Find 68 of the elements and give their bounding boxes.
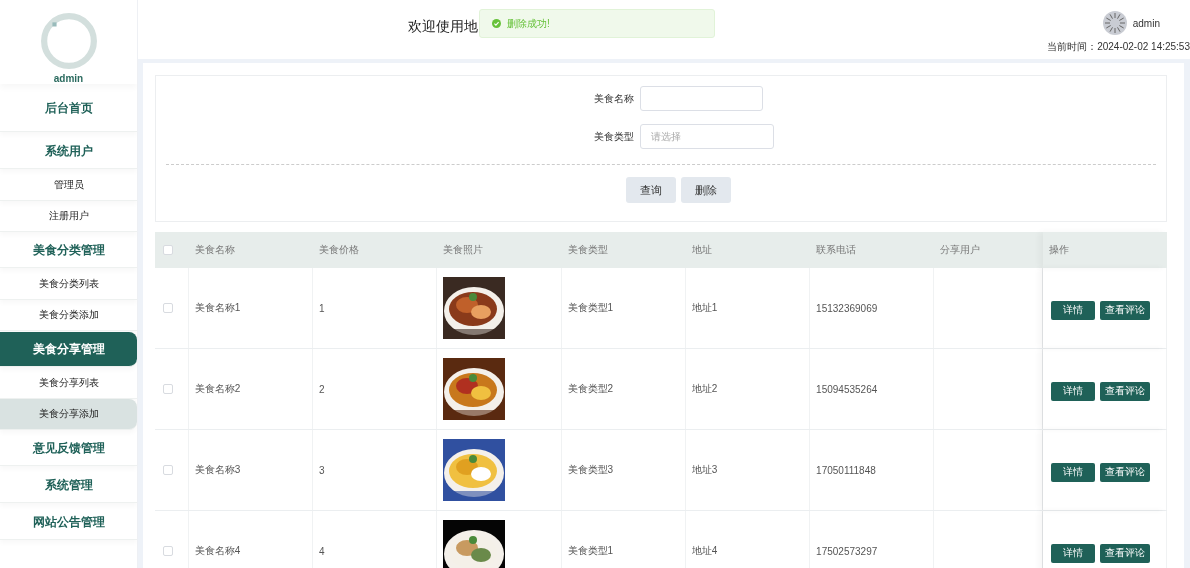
menu-item[interactable]: 管理员 bbox=[0, 170, 137, 201]
page-title: 欢迎使用地 bbox=[408, 17, 478, 36]
avatar-icon bbox=[1102, 11, 1127, 35]
view-comments-button[interactable]: 查看评论 bbox=[1099, 543, 1150, 563]
table-cell: 地址4 bbox=[691, 544, 718, 558]
table-cell: 15094535264 bbox=[816, 383, 878, 395]
select-field[interactable]: 请选择 bbox=[639, 124, 774, 149]
table-cell: 美食类型3 bbox=[567, 463, 614, 477]
menu-item[interactable]: 意见反馈管理 bbox=[0, 431, 137, 466]
table-cell: 美食类型1 bbox=[567, 544, 614, 558]
view-comments-button[interactable]: 查看评论 bbox=[1099, 300, 1150, 320]
table-cell: 美食名称2 bbox=[194, 382, 241, 396]
column-header: 美食照片 bbox=[443, 243, 484, 257]
avatar-icon bbox=[39, 12, 98, 70]
column-header: 联系电话 bbox=[816, 243, 857, 257]
user-name: admin bbox=[53, 73, 84, 84]
field-label: 美食名称 bbox=[594, 91, 634, 106]
menu-item[interactable]: 美食分类列表 bbox=[0, 269, 137, 300]
table-cell: 15132369069 bbox=[816, 302, 878, 314]
checkbox[interactable] bbox=[163, 245, 173, 255]
detail-button[interactable]: 详情 bbox=[1050, 300, 1095, 320]
menu-item[interactable]: 美食分享管理 bbox=[0, 332, 137, 367]
table-cell: 美食类型1 bbox=[567, 301, 614, 315]
view-comments-button[interactable]: 查看评论 bbox=[1099, 381, 1150, 401]
menu-item[interactable]: 注册用户 bbox=[0, 201, 137, 232]
view-comments-button[interactable]: 查看评论 bbox=[1099, 462, 1150, 482]
table-cell: 3 bbox=[319, 464, 325, 476]
table-cell: 地址3 bbox=[691, 463, 718, 477]
column-header: 美食名称 bbox=[194, 243, 235, 257]
detail-button[interactable]: 详情 bbox=[1050, 543, 1095, 563]
table-cell: 美食名称4 bbox=[194, 544, 241, 558]
detail-button[interactable]: 详情 bbox=[1050, 462, 1095, 482]
table-cell: 1 bbox=[319, 302, 325, 314]
delete-button[interactable]: 删除 bbox=[681, 177, 731, 203]
field-label: 美食类型 bbox=[593, 129, 634, 144]
checkbox[interactable] bbox=[163, 303, 173, 313]
menu-item[interactable]: 美食分类添加 bbox=[0, 300, 137, 331]
table-cell: 美食名称1 bbox=[194, 301, 241, 315]
search-button[interactable]: 查询 bbox=[626, 177, 676, 203]
column-header: 地址 bbox=[691, 243, 712, 257]
menu-item[interactable]: 系统管理 bbox=[0, 468, 137, 503]
table-cell: 4 bbox=[319, 545, 325, 557]
menu-item[interactable]: 后台首页 bbox=[0, 85, 137, 132]
table-cell: 17502573297 bbox=[816, 545, 878, 557]
column-header: 操作 bbox=[1048, 243, 1069, 257]
table-cell: 美食类型2 bbox=[567, 382, 614, 396]
current-time: 2024-02-02 14:25:53 bbox=[1097, 41, 1190, 52]
checkbox[interactable] bbox=[163, 465, 173, 475]
menu-item[interactable]: 网站公告管理 bbox=[0, 505, 137, 540]
column-header: 美食类型 bbox=[567, 243, 608, 257]
checkbox[interactable] bbox=[163, 384, 173, 394]
user-name: admin bbox=[1132, 17, 1160, 29]
column-header: 美食价格 bbox=[319, 243, 360, 257]
table-cell: 2 bbox=[319, 383, 325, 395]
success-icon bbox=[492, 19, 501, 28]
menu-item[interactable]: 美食分享添加 bbox=[0, 399, 137, 430]
time-label: 当前时间： bbox=[1047, 41, 1098, 52]
input-field[interactable] bbox=[640, 86, 763, 111]
table-cell: 美食名称3 bbox=[194, 463, 241, 477]
detail-button[interactable]: 详情 bbox=[1050, 381, 1095, 401]
column-header: 分享用户 bbox=[940, 243, 981, 257]
toast-text: 删除成功! bbox=[507, 16, 550, 31]
table-cell: 17050111848 bbox=[816, 464, 876, 476]
menu-item[interactable]: 系统用户 bbox=[0, 134, 137, 169]
checkbox[interactable] bbox=[163, 546, 173, 556]
table-cell: 地址2 bbox=[691, 382, 718, 396]
table-cell: 地址1 bbox=[691, 301, 718, 315]
menu-item[interactable]: 美食分类管理 bbox=[0, 233, 137, 268]
